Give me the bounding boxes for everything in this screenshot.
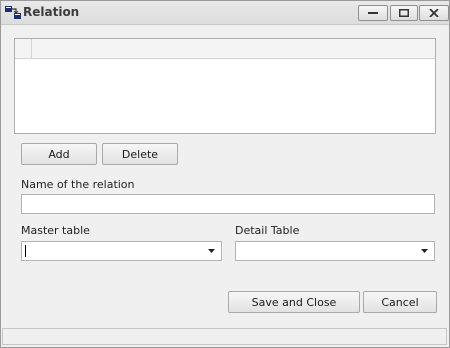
minimize-button[interactable] bbox=[358, 5, 388, 21]
relation-dialog: Relation Add Delete Name of the relation… bbox=[0, 0, 450, 348]
maximize-icon bbox=[399, 9, 409, 17]
relations-grid[interactable] bbox=[14, 38, 436, 134]
detail-table-dropdown[interactable] bbox=[235, 241, 435, 261]
title-bar[interactable]: Relation bbox=[1, 1, 449, 25]
close-icon bbox=[429, 9, 439, 17]
add-button[interactable]: Add bbox=[21, 143, 97, 165]
dropdown-arrow-icon[interactable] bbox=[208, 249, 215, 253]
relation-table-icon bbox=[5, 5, 21, 20]
cancel-button[interactable]: Cancel bbox=[363, 291, 437, 313]
text-cursor bbox=[25, 245, 26, 257]
relation-name-label: Name of the relation bbox=[21, 178, 135, 191]
grid-row-selector-header bbox=[15, 39, 32, 58]
master-table-label: Master table bbox=[21, 224, 90, 237]
delete-button[interactable]: Delete bbox=[102, 143, 178, 165]
relation-name-field[interactable] bbox=[21, 194, 435, 214]
maximize-button[interactable] bbox=[390, 5, 418, 21]
status-bar bbox=[2, 328, 447, 345]
detail-table-label: Detail Table bbox=[235, 224, 300, 237]
dropdown-arrow-icon[interactable] bbox=[421, 249, 428, 253]
window-title: Relation bbox=[23, 5, 80, 19]
close-button[interactable] bbox=[419, 5, 449, 21]
save-and-close-button[interactable]: Save and Close bbox=[228, 291, 360, 313]
master-table-dropdown[interactable] bbox=[21, 241, 222, 261]
grid-header bbox=[15, 39, 435, 59]
minimize-icon bbox=[368, 12, 378, 14]
